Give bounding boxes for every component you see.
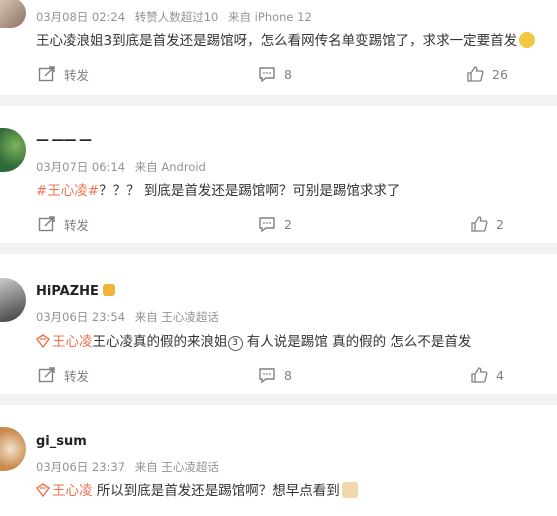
like-icon <box>467 66 484 82</box>
super-topic-icon <box>36 483 50 497</box>
repost-icon <box>38 66 55 82</box>
post-separator <box>0 243 557 254</box>
post-date[interactable]: 03月07日 06:14 <box>36 160 125 174</box>
comment-icon <box>259 368 275 384</box>
post-actions: 转发 8 4 <box>0 364 557 386</box>
repost-button[interactable]: 转发 <box>38 364 89 386</box>
like-icon <box>471 216 488 232</box>
post-source: 来自 王心凌超话 <box>134 460 219 474</box>
comment-button[interactable]: 2 <box>258 213 292 235</box>
post-date[interactable]: 03月06日 23:54 <box>36 310 125 324</box>
repost-button[interactable]: 转发 <box>38 213 89 235</box>
post-separator <box>0 394 557 405</box>
post-source: 来自 Android <box>134 160 206 174</box>
post-2: — —— — 03月07日 06:14 来自 Android #王心凌#？？？ … <box>0 106 557 243</box>
emoji-icon <box>519 32 536 48</box>
comment-icon <box>259 217 275 233</box>
emoji-icon <box>341 482 358 498</box>
post-actions: 转发 2 2 <box>0 213 557 235</box>
repost-icon <box>38 216 55 232</box>
like-button[interactable]: 26 <box>466 63 508 85</box>
super-topic-link[interactable]: 王心凌 <box>36 334 93 350</box>
repost-icon <box>38 367 55 383</box>
post-text: #王心凌#？？？ 到底是首发还是踢馆啊？可别是踢馆求求了 <box>36 183 401 199</box>
post-date[interactable]: 03月06日 23:37 <box>36 460 125 474</box>
avatar[interactable] <box>0 0 26 28</box>
post-3: HiPAZHE 03月06日 23:54 来自 王心凌超话 王心凌王心凌真的假的… <box>0 254 557 394</box>
like-button[interactable]: 4 <box>470 364 504 386</box>
post-source: 来自 iPhone 12 <box>228 10 312 24</box>
like-icon <box>471 367 488 383</box>
post-text: 王心凌王心凌真的假的来浪姐 3 有人说是踢馆 真的假的 怎么不是首发 <box>36 330 551 351</box>
post-separator <box>0 95 557 106</box>
post-actions: 转发 8 26 <box>0 63 557 85</box>
topic-link[interactable]: #王心凌# <box>36 183 99 199</box>
post-meta: 03月07日 06:14 来自 Android <box>36 159 212 175</box>
avatar[interactable] <box>0 278 26 322</box>
post-source: 来自 王心凌超话 <box>134 310 219 324</box>
super-topic-icon <box>36 334 50 348</box>
post-4: gi_sum 03月06日 23:37 来自 王心凌超话 王心凌 所以到底是首发… <box>0 405 557 516</box>
post-date[interactable]: 03月08日 02:24 <box>36 10 125 24</box>
badge-icon <box>103 284 116 296</box>
post-text: 王心凌 所以到底是首发还是踢馆啊？想早点看到 <box>36 479 551 499</box>
post-meta: 03月06日 23:37 来自 王心凌超话 <box>36 459 225 475</box>
post-1: 03月08日 02:24 转赞人数超过10 来自 iPhone 12 王心凌浪姐… <box>0 0 557 95</box>
username[interactable]: HiPAZHE <box>36 284 116 299</box>
like-button[interactable]: 2 <box>470 213 504 235</box>
super-topic-link[interactable]: 王心凌 <box>36 483 93 499</box>
comment-icon <box>259 67 275 83</box>
post-text: 王心凌浪姐3到底是首发还是踢馆呀，怎么看网传名单变踢馆了，求求一定要首发 <box>36 29 551 49</box>
post-meta: 03月08日 02:24 转赞人数超过10 来自 iPhone 12 <box>36 9 318 25</box>
username[interactable]: gi_sum <box>36 434 87 449</box>
post-stat: 转赞人数超过10 <box>134 10 219 24</box>
username[interactable]: — —— — <box>36 133 92 148</box>
repost-button[interactable]: 转发 <box>38 63 89 85</box>
avatar[interactable] <box>0 128 26 172</box>
comment-button[interactable]: 8 <box>258 63 292 85</box>
avatar[interactable] <box>0 427 26 471</box>
post-meta: 03月06日 23:54 来自 王心凌超话 <box>36 309 225 325</box>
comment-button[interactable]: 8 <box>258 364 292 386</box>
